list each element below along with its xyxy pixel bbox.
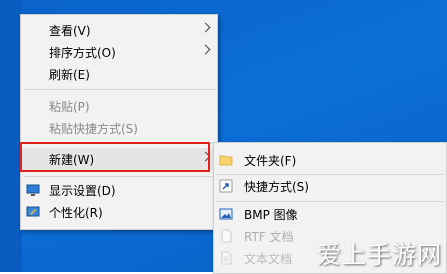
submenu-item-label: 文件夹(F) bbox=[244, 154, 297, 168]
shortcut-icon bbox=[219, 179, 233, 193]
text-document-icon bbox=[219, 251, 233, 265]
menu-item-display-settings[interactable]: 显示设置(D) bbox=[21, 179, 217, 201]
desktop-context-menu: 查看(V) 排序方式(O) 刷新(E) 粘贴(P) 粘贴快捷方式(S) 新建(W… bbox=[20, 14, 218, 230]
personalize-icon bbox=[26, 205, 40, 219]
menu-item-view[interactable]: 查看(V) bbox=[21, 19, 217, 41]
highlight-box-new bbox=[20, 142, 210, 172]
menu-item-personalize[interactable]: 个性化(R) bbox=[21, 201, 217, 223]
watermark-logo: 爱上手游网 bbox=[312, 232, 447, 272]
menu-separator bbox=[23, 176, 215, 177]
menu-item-refresh[interactable]: 刷新(E) bbox=[21, 63, 217, 85]
document-icon bbox=[219, 229, 233, 243]
submenu-item-label: BMP 图像 bbox=[244, 208, 298, 222]
chevron-right-icon bbox=[200, 44, 211, 55]
submenu-item-label: 文本文档 bbox=[244, 252, 293, 266]
submenu-item-label: RTF 文档 bbox=[244, 230, 294, 244]
menu-separator bbox=[23, 89, 215, 90]
submenu-item-bmp-image[interactable]: BMP 图像 bbox=[214, 203, 446, 225]
submenu-item-folder[interactable]: 文件夹(F) bbox=[214, 149, 446, 171]
menu-item-label: 粘贴(P) bbox=[49, 100, 90, 114]
menu-item-paste: 粘贴(P) bbox=[21, 95, 217, 117]
submenu-item-label: 快捷方式(S) bbox=[244, 180, 309, 194]
folder-icon bbox=[219, 153, 233, 167]
desktop-edge bbox=[0, 0, 22, 272]
menu-item-label: 粘贴快捷方式(S) bbox=[49, 122, 138, 136]
image-icon bbox=[219, 207, 233, 221]
menu-separator bbox=[216, 201, 444, 202]
watermark-text: 爱上手游网 bbox=[317, 240, 442, 269]
menu-item-label: 查看(V) bbox=[49, 24, 91, 38]
menu-item-sort-by[interactable]: 排序方式(O) bbox=[21, 41, 217, 63]
menu-item-label: 刷新(E) bbox=[49, 68, 90, 82]
chevron-right-icon bbox=[200, 22, 211, 33]
menu-item-label: 个性化(R) bbox=[49, 206, 103, 220]
menu-item-label: 排序方式(O) bbox=[49, 46, 116, 60]
display-icon bbox=[26, 183, 40, 197]
submenu-item-shortcut[interactable]: 快捷方式(S) bbox=[214, 175, 446, 197]
menu-item-label: 显示设置(D) bbox=[49, 184, 116, 198]
menu-item-paste-shortcut: 粘贴快捷方式(S) bbox=[21, 117, 217, 139]
